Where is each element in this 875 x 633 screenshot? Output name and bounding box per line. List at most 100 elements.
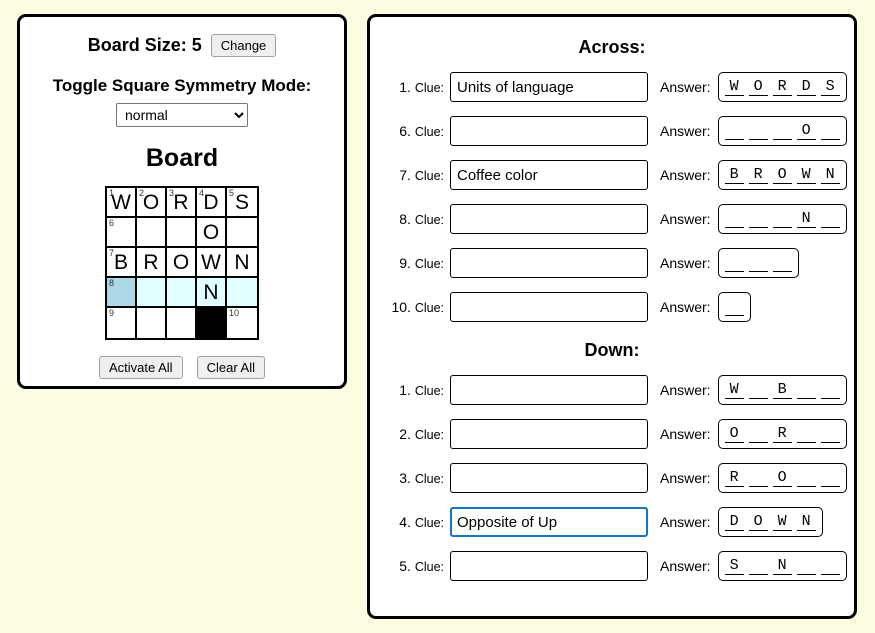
answer-slot[interactable]: N: [820, 167, 840, 184]
grid-cell[interactable]: O: [197, 218, 227, 248]
answer-slot[interactable]: O: [724, 426, 744, 443]
clue-input[interactable]: [450, 507, 648, 537]
answer-slot[interactable]: S: [820, 79, 840, 96]
answer-slot[interactable]: O: [748, 514, 768, 531]
answer-slot[interactable]: [820, 211, 840, 228]
answer-box[interactable]: W B: [717, 375, 847, 405]
grid-cell[interactable]: R: [137, 248, 167, 278]
clue-input[interactable]: [450, 116, 648, 146]
answer-slot[interactable]: R: [772, 426, 792, 443]
answer-box[interactable]: O: [717, 116, 847, 146]
grid-cell[interactable]: 10: [227, 308, 257, 338]
answer-slot[interactable]: O: [748, 79, 768, 96]
grid-cell[interactable]: 6: [107, 218, 137, 248]
grid-cell[interactable]: [137, 218, 167, 248]
answer-slot[interactable]: O: [772, 167, 792, 184]
answer-slot[interactable]: S: [724, 558, 744, 575]
grid-cell[interactable]: 5S: [227, 188, 257, 218]
answer-slot[interactable]: W: [724, 79, 744, 96]
grid-cell[interactable]: 8: [107, 278, 137, 308]
grid-cell[interactable]: 2O: [137, 188, 167, 218]
answer-box[interactable]: WORDS: [717, 72, 847, 102]
answer-slot[interactable]: D: [796, 79, 816, 96]
answer-slot[interactable]: [796, 426, 816, 443]
clue-input[interactable]: [450, 463, 648, 493]
answer-slot[interactable]: N: [796, 211, 816, 228]
grid-cell[interactable]: [137, 278, 167, 308]
answer-slot[interactable]: [748, 211, 768, 228]
answer-slot[interactable]: W: [796, 167, 816, 184]
grid-cell[interactable]: N: [227, 248, 257, 278]
answer-slot[interactable]: [772, 123, 792, 140]
grid-cell[interactable]: 7B: [107, 248, 137, 278]
answer-slot[interactable]: D: [724, 514, 744, 531]
grid-cell[interactable]: 4D: [197, 188, 227, 218]
clue-input[interactable]: [450, 375, 648, 405]
answer-slot[interactable]: R: [724, 470, 744, 487]
answer-slot[interactable]: [724, 255, 744, 272]
grid-cell[interactable]: [227, 278, 257, 308]
answer-slot[interactable]: N: [772, 558, 792, 575]
answer-slot[interactable]: [748, 123, 768, 140]
answer-slot[interactable]: N: [796, 514, 816, 531]
clue-input[interactable]: [450, 204, 648, 234]
answer-slot[interactable]: [820, 382, 840, 399]
grid-cell[interactable]: [167, 308, 197, 338]
clue-input[interactable]: [450, 248, 648, 278]
answer-slot[interactable]: B: [772, 382, 792, 399]
answer-slot[interactable]: [748, 558, 768, 575]
clue-input[interactable]: [450, 419, 648, 449]
grid-cell[interactable]: N: [197, 278, 227, 308]
answer-slot[interactable]: [820, 470, 840, 487]
answer-slot[interactable]: R: [748, 167, 768, 184]
answer-slot[interactable]: [748, 470, 768, 487]
answer-slot[interactable]: [748, 255, 768, 272]
grid-cell[interactable]: [227, 218, 257, 248]
answer-slot[interactable]: [820, 123, 840, 140]
answer-slot[interactable]: [796, 382, 816, 399]
answer-slot[interactable]: [748, 426, 768, 443]
answer-slot[interactable]: B: [724, 167, 744, 184]
answer-box[interactable]: N: [717, 204, 847, 234]
grid-cell[interactable]: O: [167, 248, 197, 278]
clear-all-button[interactable]: Clear All: [196, 356, 265, 379]
answer-slot[interactable]: O: [796, 123, 816, 140]
answer-slot[interactable]: O: [772, 470, 792, 487]
answer-slot[interactable]: [724, 123, 744, 140]
answer-slot[interactable]: [796, 470, 816, 487]
change-board-size-button[interactable]: Change: [210, 34, 277, 57]
answer-slot[interactable]: [772, 255, 792, 272]
answer-slot[interactable]: R: [772, 79, 792, 96]
answer-box[interactable]: BROWN: [717, 160, 847, 190]
clue-input[interactable]: [450, 72, 648, 102]
grid-cell[interactable]: [197, 308, 227, 338]
symmetry-mode-select[interactable]: normal: [116, 103, 248, 127]
grid-cell[interactable]: 3R: [167, 188, 197, 218]
answer-slot[interactable]: [796, 558, 816, 575]
answer-box[interactable]: [717, 248, 799, 278]
activate-all-button[interactable]: Activate All: [98, 356, 183, 379]
clue-input[interactable]: [450, 160, 648, 190]
grid-cell[interactable]: 1W: [107, 188, 137, 218]
grid-cell[interactable]: [167, 218, 197, 248]
grid-cell[interactable]: W: [197, 248, 227, 278]
grid-cell[interactable]: [137, 308, 167, 338]
clue-input[interactable]: [450, 551, 648, 581]
answer-slot[interactable]: W: [772, 514, 792, 531]
answer-slot[interactable]: [724, 211, 744, 228]
answer-slot[interactable]: [772, 211, 792, 228]
answer-box[interactable]: R O: [717, 463, 847, 493]
answer-box[interactable]: DOWN: [717, 507, 823, 537]
answer-slot[interactable]: [820, 426, 840, 443]
answer-slot[interactable]: [724, 299, 744, 316]
clue-input[interactable]: [450, 292, 648, 322]
answer-box[interactable]: O R: [717, 419, 847, 449]
answer-box[interactable]: S N: [717, 551, 847, 581]
answer-box[interactable]: [717, 292, 751, 322]
grid-cell[interactable]: [167, 278, 197, 308]
answer-slot[interactable]: W: [724, 382, 744, 399]
answer-slot[interactable]: [748, 382, 768, 399]
answer-slot[interactable]: [820, 558, 840, 575]
crossword-grid[interactable]: 1 W 2 O 3 R 4 D 5 S 6 O 7 B R O W N 8 N 9 10: [105, 186, 259, 340]
grid-cell[interactable]: 9: [107, 308, 137, 338]
